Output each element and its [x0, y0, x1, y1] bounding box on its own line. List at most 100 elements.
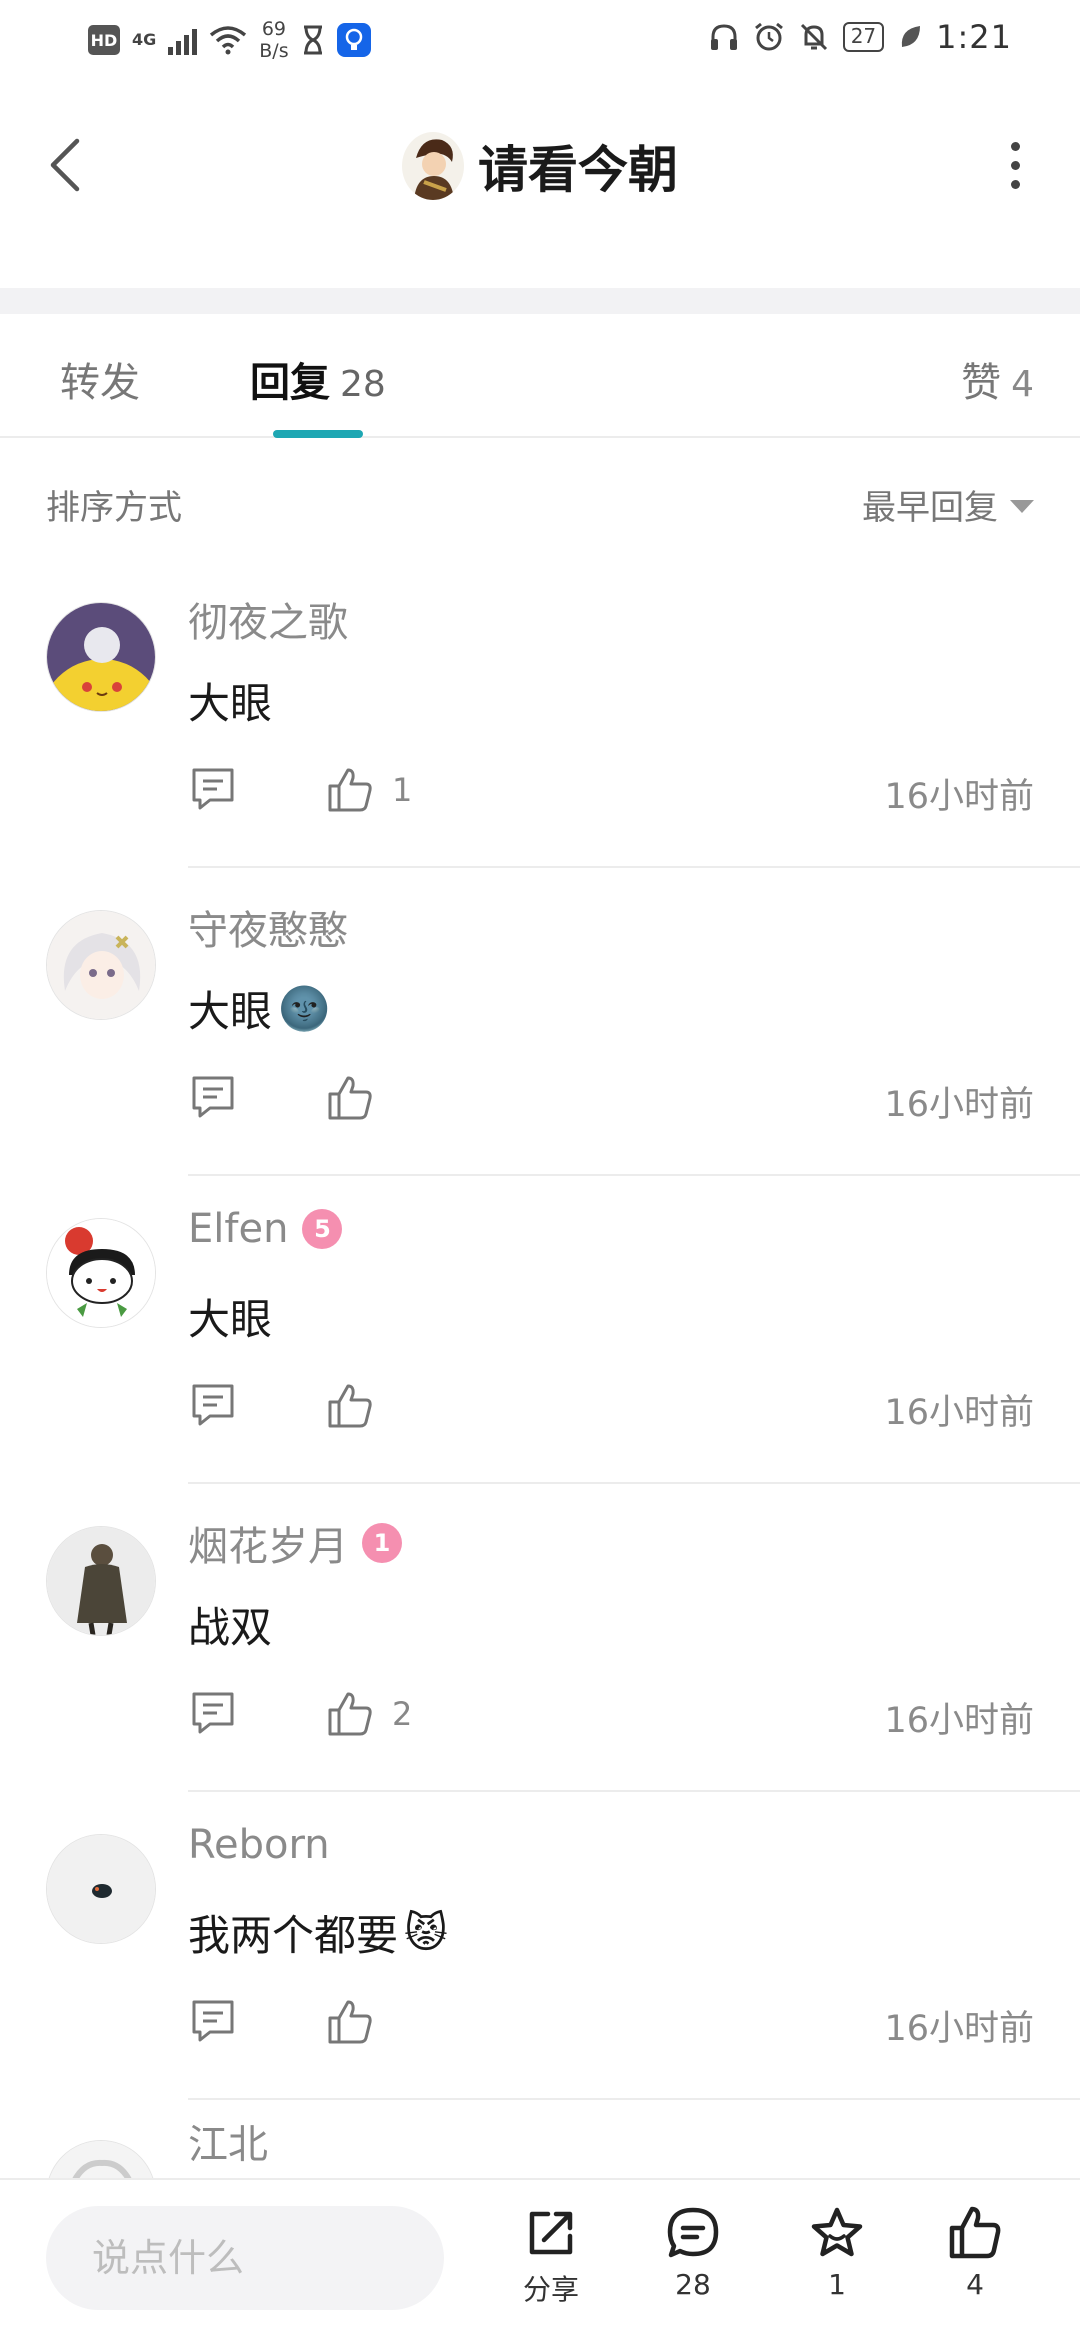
share-button[interactable]: 分享 [496, 2204, 606, 2308]
like-count: 1 [392, 771, 413, 809]
comment-actions: 16小时前 [188, 1376, 1034, 1436]
notification-app-icon [336, 23, 371, 57]
avatar[interactable] [46, 2140, 156, 2180]
emoji: 🌚 [278, 983, 331, 1033]
level-badge: 1 [362, 1523, 402, 1563]
reply-button[interactable] [188, 1072, 238, 1122]
comment-text: 我两个都要 😾 [188, 1902, 448, 1963]
reply-icon [192, 1076, 234, 1118]
like-button[interactable]: 2 [326, 1684, 412, 1744]
comment-author[interactable]: 彻夜之歌 [188, 590, 348, 648]
comment-input[interactable] [46, 2206, 444, 2310]
thumbs-up-icon [328, 1076, 372, 1120]
comment-item: 彻夜之歌 大眼 1 16小时前 [0, 560, 1080, 868]
comment-time: 16小时前 [884, 1701, 1034, 1741]
reply-icon [192, 1692, 234, 1734]
more-options-button[interactable] [990, 130, 1040, 200]
headphones-icon [710, 24, 737, 50]
like-button[interactable]: 1 [326, 760, 412, 820]
status-right: 27 1:21 [709, 18, 1012, 56]
favorite-button[interactable]: 1 [782, 2204, 892, 2301]
reply-button[interactable] [188, 764, 238, 814]
avatar[interactable] [46, 1526, 156, 1636]
comment-author[interactable]: 烟花岁月 [188, 1514, 348, 1572]
alarm-icon [754, 22, 783, 51]
reply-icon [192, 768, 234, 810]
clock: 1:21 [936, 18, 1012, 56]
leaf-icon [901, 26, 921, 47]
title-group: 请看今朝 [0, 130, 1080, 202]
page-title: 请看今朝 [478, 141, 678, 199]
tab-like-count: 4 [1011, 364, 1034, 405]
comment-author-row: 守夜憨憨 [188, 898, 348, 956]
reply-button[interactable] [188, 1996, 238, 2046]
comment-text: 大眼 [188, 1286, 272, 1347]
comment-item: 守夜憨憨 大眼 🌚 16小时前 [0, 868, 1080, 1176]
status-left: HD 4G 69 B/s [88, 18, 371, 62]
thumbs-up-icon [949, 2206, 1001, 2259]
reply-button[interactable] [188, 1380, 238, 1430]
section-separator [0, 288, 1080, 314]
app-header: 请看今朝 [0, 80, 1080, 288]
divider [188, 2098, 1080, 2100]
comment-bubble-icon [667, 2207, 719, 2258]
likes-count: 4 [966, 2268, 984, 2301]
dot [1010, 141, 1020, 151]
comment-author[interactable]: Elfen [188, 1206, 288, 1252]
status-bar: HD 4G 69 B/s 27 1:21 [0, 0, 1080, 80]
thumbs-up-icon [328, 1384, 372, 1428]
caret-down-icon [1010, 500, 1034, 513]
share-label: 分享 [522, 2273, 579, 2306]
emoji: 😾 [404, 1908, 448, 1957]
avatar[interactable] [46, 910, 156, 1020]
active-tab-indicator [273, 430, 363, 438]
author-avatar[interactable] [402, 132, 464, 200]
tab-forward[interactable]: 转发 [60, 350, 140, 408]
comment-item: 烟花岁月 1 战双 2 16小时前 [0, 1484, 1080, 1792]
tab-like-label: 赞 [961, 360, 1002, 406]
comment-author-row: 彻夜之歌 [188, 590, 348, 648]
comments-button[interactable]: 28 [638, 2204, 748, 2301]
speed-value: 69 [261, 18, 287, 40]
dot [1010, 179, 1020, 189]
comment-author[interactable]: 江北 [188, 2112, 268, 2170]
tab-like[interactable]: 赞 4 [961, 350, 1034, 408]
comment-actions: 16小时前 [188, 1992, 1034, 2052]
reply-icon [192, 1384, 234, 1426]
tab-reply[interactable]: 回复 28 [250, 350, 386, 408]
like-post-button[interactable]: 4 [920, 2204, 1030, 2301]
thumbs-up-icon [328, 1692, 372, 1736]
comment-author-row: 江北 [188, 2112, 268, 2170]
avatar[interactable] [46, 602, 156, 712]
avatar[interactable] [46, 1218, 156, 1328]
comment-actions: 16小时前 [188, 1068, 1034, 1128]
star-icon [811, 2207, 863, 2257]
thumbs-up-icon [328, 768, 372, 812]
like-button[interactable] [326, 1068, 392, 1128]
reply-button[interactable] [188, 1688, 238, 1738]
dot [1010, 160, 1020, 170]
battery-indicator: 27 [842, 22, 885, 52]
like-count: 2 [392, 1695, 413, 1733]
speed-unit: B/s [259, 40, 289, 62]
comment-author[interactable]: 守夜憨憨 [188, 898, 348, 956]
network-type: 4G [132, 30, 157, 49]
mute-bell-icon [800, 23, 827, 51]
favorites-count: 1 [828, 2268, 846, 2301]
comment-author-row: 烟花岁月 1 [188, 1514, 402, 1572]
tab-forward-label: 转发 [60, 360, 140, 406]
comment-body: 大眼 [188, 1295, 273, 1344]
sort-bar: 排序方式 最早回复 [0, 440, 1080, 560]
bottom-action-bar: 分享 28 1 4 [0, 2178, 1080, 2340]
comment-author[interactable]: Reborn [188, 1822, 330, 1868]
comment-item-partial: 江北 [0, 2110, 1080, 2180]
tab-reply-count: 28 [340, 364, 386, 405]
comment-body: 大眼 [188, 987, 273, 1036]
like-button[interactable] [326, 1992, 392, 2052]
comment-text: 大眼 [188, 670, 272, 731]
avatar[interactable] [46, 1834, 156, 1944]
sort-dropdown[interactable]: 最早回复 [862, 480, 1034, 529]
like-button[interactable] [326, 1376, 392, 1436]
comment-body: 大眼 [188, 679, 273, 728]
comment-time: 16小时前 [884, 1393, 1034, 1433]
